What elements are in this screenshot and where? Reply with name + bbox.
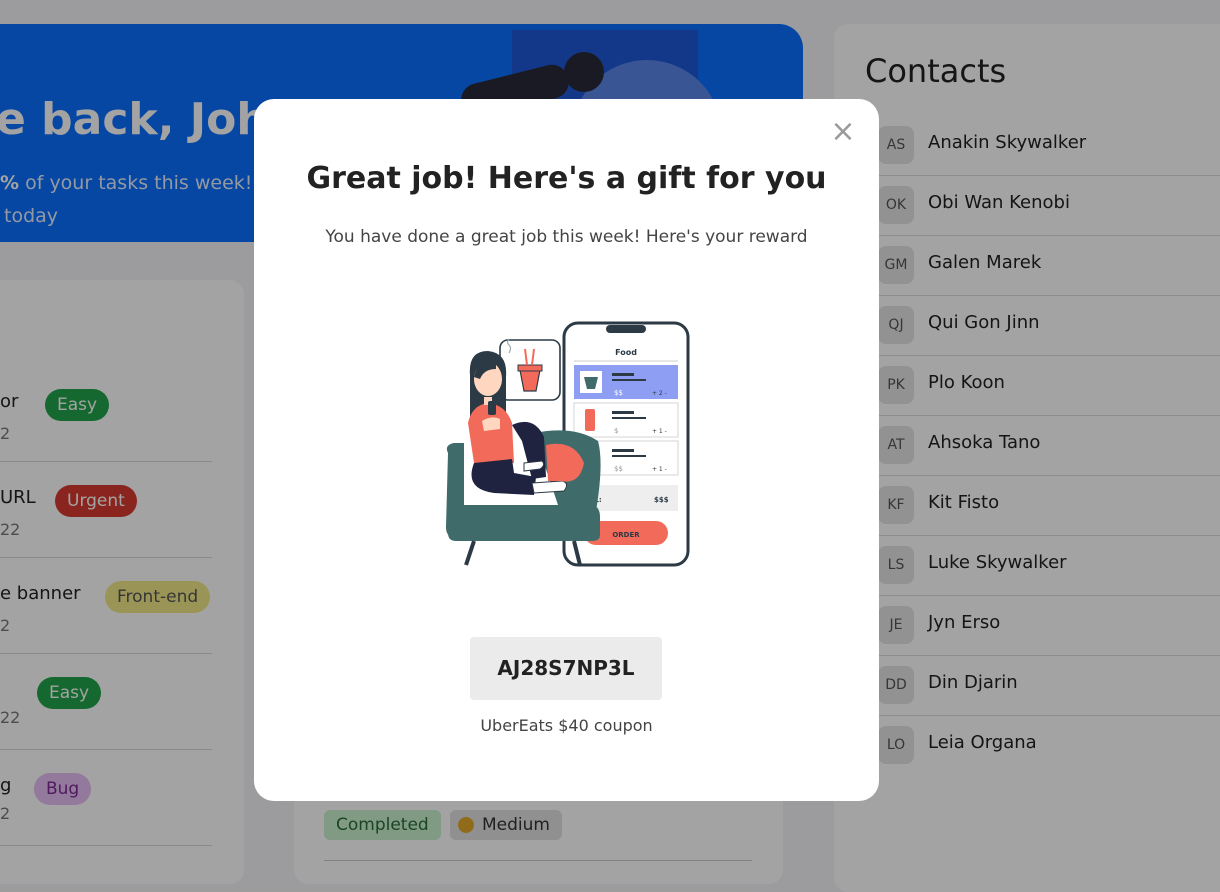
item-price: $$ [614, 465, 623, 473]
coupon-code[interactable]: AJ28S7NP3L [470, 637, 662, 700]
modal-subtitle: You have done a great job this week! Her… [325, 227, 808, 247]
gift-modal: × Great job! Here's a gift for you You h… [254, 99, 879, 801]
item-price: $ [614, 427, 618, 435]
item-qty: + 2 - [652, 390, 667, 397]
food-thought-bubble [499, 338, 561, 401]
item-qty: + 1 - [652, 466, 667, 473]
order-button-label: ORDER [612, 531, 640, 539]
item-price: $$ [614, 389, 623, 397]
close-icon[interactable]: × [828, 117, 858, 147]
total-value: $$$ [654, 496, 669, 504]
item-qty: + 1 - [652, 428, 667, 435]
modal-title: Great job! Here's a gift for you [306, 161, 827, 196]
coupon-description: UberEats $40 coupon [480, 716, 653, 735]
phone-header: Food [615, 348, 637, 357]
food-order-illustration: Food $$ + 2 - $ + 1 - $$ + 1 - AL: $$$ [446, 321, 690, 567]
